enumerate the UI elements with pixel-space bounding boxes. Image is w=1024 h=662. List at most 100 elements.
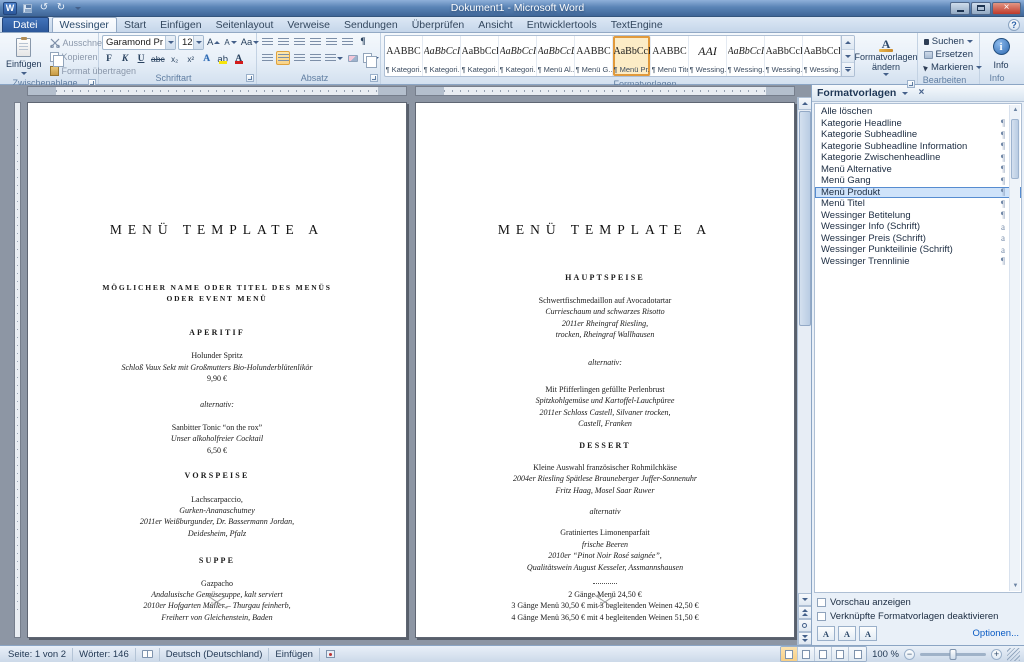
page-indicator[interactable]: Seite: 1 von 2 <box>2 648 73 661</box>
style-item[interactable]: Kategorie Zwischenheadline¶ <box>815 152 1021 164</box>
underline-button[interactable]: U <box>134 52 148 66</box>
style-gallery-item[interactable]: AaBbCcD¶ Menü Al... <box>537 36 575 76</box>
subscript-button[interactable]: x₂ <box>168 52 182 66</box>
horizontal-ruler[interactable] <box>415 86 795 96</box>
horizontal-ruler[interactable] <box>27 86 407 96</box>
style-gallery-item[interactable]: AaBbCcI¶ Wessing... <box>727 36 765 76</box>
highlight-button[interactable]: ab <box>216 52 230 66</box>
style-item[interactable]: Kategorie Subheadline Information¶ <box>815 141 1021 153</box>
line-spacing-button[interactable] <box>324 51 344 65</box>
gallery-scroll-up-button[interactable] <box>842 36 854 50</box>
align-right-button[interactable] <box>292 51 306 65</box>
gallery-more-button[interactable] <box>842 63 854 76</box>
scroll-up-button[interactable] <box>798 97 812 110</box>
previous-page-button[interactable] <box>798 606 812 619</box>
outline-view-button[interactable] <box>832 647 849 661</box>
document-page-2[interactable]: MENÜ TEMPLATE A HAUPTSPEISE Schwertfisch… <box>415 102 795 638</box>
help-icon[interactable]: ? <box>1008 19 1020 31</box>
style-gallery-item[interactable]: AABBC¶ Menü G... <box>575 36 613 76</box>
style-item[interactable]: Menü Titel¶ <box>815 198 1021 210</box>
superscript-button[interactable]: x² <box>184 52 198 66</box>
style-gallery-item[interactable]: AaBbCcI¶ Kategori... <box>499 36 537 76</box>
style-gallery-item[interactable]: AaBbCcD¶ Kategori... <box>461 36 499 76</box>
style-item[interactable]: Wessinger Betitelung¶ <box>815 210 1021 222</box>
fullscreen-view-button[interactable] <box>798 647 815 661</box>
tab-ueberpruefen[interactable]: Überprüfen <box>405 17 472 32</box>
numbering-button[interactable] <box>276 35 290 49</box>
chevron-down-icon[interactable]: ▼ <box>1012 583 1019 589</box>
redo-button[interactable]: ↻ <box>54 2 68 15</box>
scrollbar-thumb[interactable] <box>1011 119 1019 179</box>
align-left-button[interactable] <box>260 51 274 65</box>
tab-textengine[interactable]: TextEngine <box>604 17 670 32</box>
style-item[interactable]: Wessinger Preis (Schrift)a <box>815 233 1021 245</box>
find-button[interactable]: Suchen <box>921 35 976 48</box>
select-button[interactable]: Markieren <box>921 61 976 74</box>
sort-button[interactable] <box>340 35 354 49</box>
word-count[interactable]: Wörter: 146 <box>73 648 136 661</box>
tab-ansicht[interactable]: Ansicht <box>471 17 519 32</box>
font-name-combo[interactable]: Garamond Pr <box>102 35 176 50</box>
justify-button[interactable] <box>308 51 322 65</box>
style-gallery-item[interactable]: AaBbCcD¶ Wessing... <box>803 36 841 76</box>
style-item[interactable]: Kategorie Headline¶ <box>815 118 1021 130</box>
save-button[interactable] <box>20 2 34 15</box>
new-style-button[interactable]: A <box>817 626 835 641</box>
web-layout-view-button[interactable] <box>815 647 832 661</box>
manage-styles-button[interactable]: A <box>859 626 877 641</box>
proofing-status[interactable] <box>136 648 160 661</box>
options-link[interactable]: Optionen... <box>973 628 1019 639</box>
style-item[interactable]: Menü Gang¶ <box>815 175 1021 187</box>
style-gallery-item[interactable]: AaBbCcI¶ Kategori... <box>423 36 461 76</box>
bold-button[interactable]: F <box>102 52 116 66</box>
zoom-slider-thumb[interactable] <box>950 649 957 660</box>
style-gallery-item-selected[interactable]: AaBbCcD¶ Menü Pr... <box>613 36 651 76</box>
style-item[interactable]: Wessinger Punkteilinie (Schrift)a <box>815 244 1021 256</box>
change-styles-button[interactable]: A Formatvorlagen ändern <box>858 35 914 78</box>
zoom-level[interactable]: 100 % <box>872 649 899 660</box>
language-indicator[interactable]: Deutsch (Deutschland) <box>160 648 270 661</box>
style-gallery-item[interactable]: AaBbCcD¶ Wessing... <box>765 36 803 76</box>
font-size-combo[interactable]: 12 <box>178 35 204 50</box>
show-paragraph-marks-button[interactable]: ¶ <box>356 35 370 49</box>
close-button[interactable]: × <box>992 2 1021 15</box>
dialog-launcher-icon[interactable] <box>907 80 915 88</box>
grow-font-button[interactable]: A <box>206 36 221 50</box>
style-item-selected[interactable]: Menü Produkt¶ <box>815 187 1021 199</box>
style-gallery-item[interactable]: AABBC¶ Kategori... <box>385 36 423 76</box>
replace-button[interactable]: Ersetzen <box>921 48 976 61</box>
undo-button[interactable]: ↺ <box>37 2 51 15</box>
macro-record-button[interactable] <box>320 648 341 661</box>
text-effects-button[interactable]: A <box>200 52 214 66</box>
style-item[interactable]: Wessinger Trennlinie¶ <box>815 256 1021 268</box>
qat-customize-dropdown[interactable] <box>71 2 85 15</box>
scroll-down-button[interactable] <box>798 593 812 606</box>
document-scrollbar[interactable] <box>797 97 811 645</box>
decrease-indent-button[interactable] <box>308 35 322 49</box>
style-item[interactable]: Wessinger Info (Schrift)a <box>815 221 1021 233</box>
tab-file[interactable]: Datei <box>2 17 49 32</box>
style-inspector-button[interactable]: A <box>838 626 856 641</box>
insert-mode-indicator[interactable]: Einfügen <box>269 648 320 661</box>
style-gallery-item[interactable]: AABBC¶ Menü Titel <box>651 36 689 76</box>
tab-sendungen[interactable]: Sendungen <box>337 17 405 32</box>
increase-indent-button[interactable] <box>324 35 338 49</box>
align-center-button[interactable] <box>276 51 290 65</box>
tab-einfuegen[interactable]: Einfügen <box>153 17 208 32</box>
style-gallery-item[interactable]: AAI¶ Wessing... <box>689 36 727 76</box>
zoom-slider[interactable] <box>920 653 986 656</box>
draft-view-button[interactable] <box>849 647 866 661</box>
clear-all-styles-item[interactable]: Alle löschen <box>815 106 1021 118</box>
dialog-launcher-icon[interactable] <box>370 74 378 82</box>
borders-button[interactable] <box>362 51 380 65</box>
strikethrough-button[interactable]: abc <box>150 52 166 66</box>
zoom-in-button[interactable]: + <box>991 649 1002 660</box>
next-page-button[interactable] <box>798 632 812 645</box>
tab-start[interactable]: Start <box>117 17 153 32</box>
style-item[interactable]: Kategorie Subheadline¶ <box>815 129 1021 141</box>
chevron-down-icon[interactable] <box>193 36 203 49</box>
print-layout-view-button[interactable] <box>781 647 798 661</box>
multilevel-list-button[interactable] <box>292 35 306 49</box>
italic-button[interactable]: K <box>118 52 132 66</box>
tab-wessinger[interactable]: Wessinger <box>52 17 117 32</box>
